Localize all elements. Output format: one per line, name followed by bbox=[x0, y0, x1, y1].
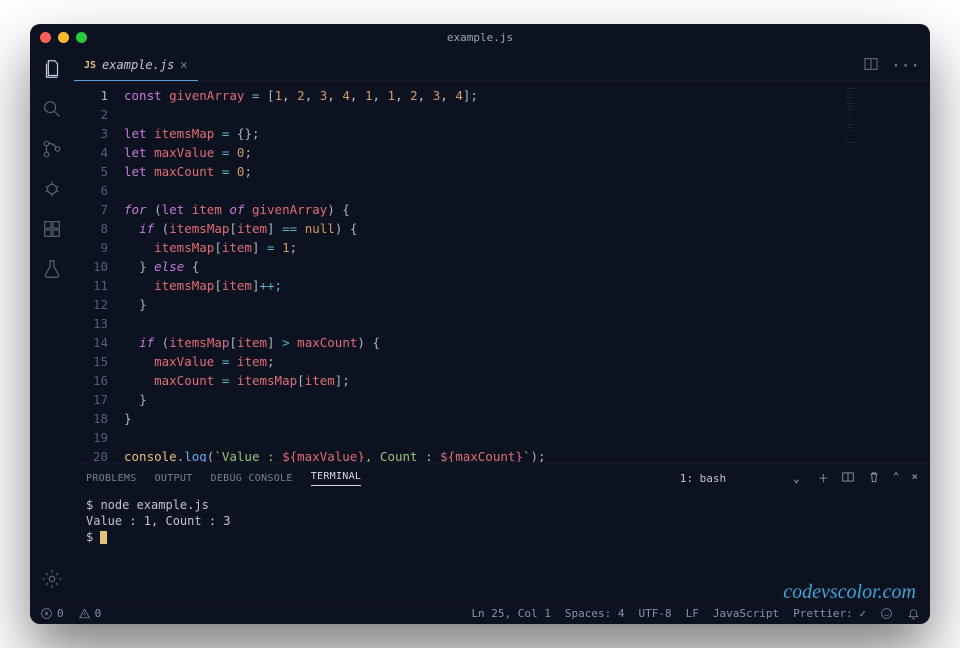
tab-debug-console[interactable]: DEBUG CONSOLE bbox=[211, 473, 293, 484]
panel: PROBLEMS OUTPUT DEBUG CONSOLE TERMINAL 1… bbox=[74, 462, 930, 602]
workbench: JS example.js × ··· 12345678910111213141… bbox=[30, 50, 930, 602]
status-cursor-pos[interactable]: Ln 25, Col 1 bbox=[471, 607, 550, 620]
titlebar: example.js bbox=[30, 24, 930, 50]
panel-tabs: PROBLEMS OUTPUT DEBUG CONSOLE TERMINAL 1… bbox=[74, 463, 930, 493]
status-errors[interactable]: 0 bbox=[40, 607, 64, 620]
search-icon[interactable] bbox=[41, 98, 63, 124]
watermark: codevscolor.com bbox=[783, 584, 916, 600]
terminal-content[interactable]: $ node example.jsValue : 1, Count : 3$ c… bbox=[74, 493, 930, 602]
editor-group: JS example.js × ··· 12345678910111213141… bbox=[74, 50, 930, 602]
status-warnings[interactable]: 0 bbox=[78, 607, 102, 620]
split-editor-icon[interactable] bbox=[863, 56, 879, 76]
source-control-icon[interactable] bbox=[41, 138, 63, 164]
testing-icon[interactable] bbox=[41, 258, 63, 284]
status-encoding[interactable]: UTF-8 bbox=[639, 607, 672, 620]
chevron-down-icon: ⌄ bbox=[793, 472, 800, 485]
tab-example-js[interactable]: JS example.js × bbox=[74, 50, 198, 81]
new-terminal-icon[interactable]: ＋ bbox=[818, 470, 829, 487]
more-actions-icon[interactable]: ··· bbox=[891, 56, 920, 75]
status-prettier[interactable]: Prettier: ✓ bbox=[793, 607, 866, 620]
vscode-window: example.js bbox=[30, 24, 930, 624]
minimap[interactable]: ▬▬▬▬▬▬▬▬▬▬▬▬▬▬▬▬▬▬▬▬▬▬▬▬▬▬▬▬ ▬▬▬▬▬ ▬▬▬ ▬… bbox=[840, 82, 930, 462]
split-terminal-icon[interactable] bbox=[841, 470, 855, 487]
kill-terminal-icon[interactable] bbox=[867, 470, 881, 487]
status-language[interactable]: JavaScript bbox=[713, 607, 779, 620]
terminal-cursor bbox=[100, 531, 107, 544]
tab-output[interactable]: OUTPUT bbox=[155, 473, 193, 484]
settings-icon[interactable] bbox=[41, 568, 63, 594]
tab-label: example.js bbox=[102, 58, 174, 72]
editor[interactable]: 1234567891011121314151617181920 const gi… bbox=[74, 82, 930, 462]
explorer-icon[interactable] bbox=[41, 58, 63, 84]
tab-problems[interactable]: PROBLEMS bbox=[86, 473, 137, 484]
activity-bar bbox=[30, 50, 74, 602]
js-file-icon: JS bbox=[84, 60, 96, 71]
maximize-panel-icon[interactable]: ⌃ bbox=[893, 470, 900, 487]
tab-terminal[interactable]: TERMINAL bbox=[311, 471, 362, 486]
bell-icon[interactable] bbox=[907, 607, 920, 620]
tab-bar: JS example.js × ··· bbox=[74, 50, 930, 82]
terminal-select[interactable]: 1: bash ⌄ bbox=[680, 472, 800, 485]
close-panel-icon[interactable]: × bbox=[911, 470, 918, 487]
window-title: example.js bbox=[30, 31, 930, 44]
status-eol[interactable]: LF bbox=[686, 607, 699, 620]
feedback-icon[interactable] bbox=[880, 607, 893, 620]
editor-actions: ··· bbox=[863, 50, 930, 81]
line-gutter: 1234567891011121314151617181920 bbox=[74, 86, 124, 458]
debug-icon[interactable] bbox=[41, 178, 63, 204]
close-tab-icon[interactable]: × bbox=[180, 58, 187, 72]
extensions-icon[interactable] bbox=[41, 218, 63, 244]
code-area[interactable]: const givenArray = [1, 2, 3, 4, 1, 1, 2,… bbox=[124, 86, 840, 458]
status-indent[interactable]: Spaces: 4 bbox=[565, 607, 625, 620]
status-bar: 0 0 Ln 25, Col 1 Spaces: 4 UTF-8 LF Java… bbox=[30, 602, 930, 624]
